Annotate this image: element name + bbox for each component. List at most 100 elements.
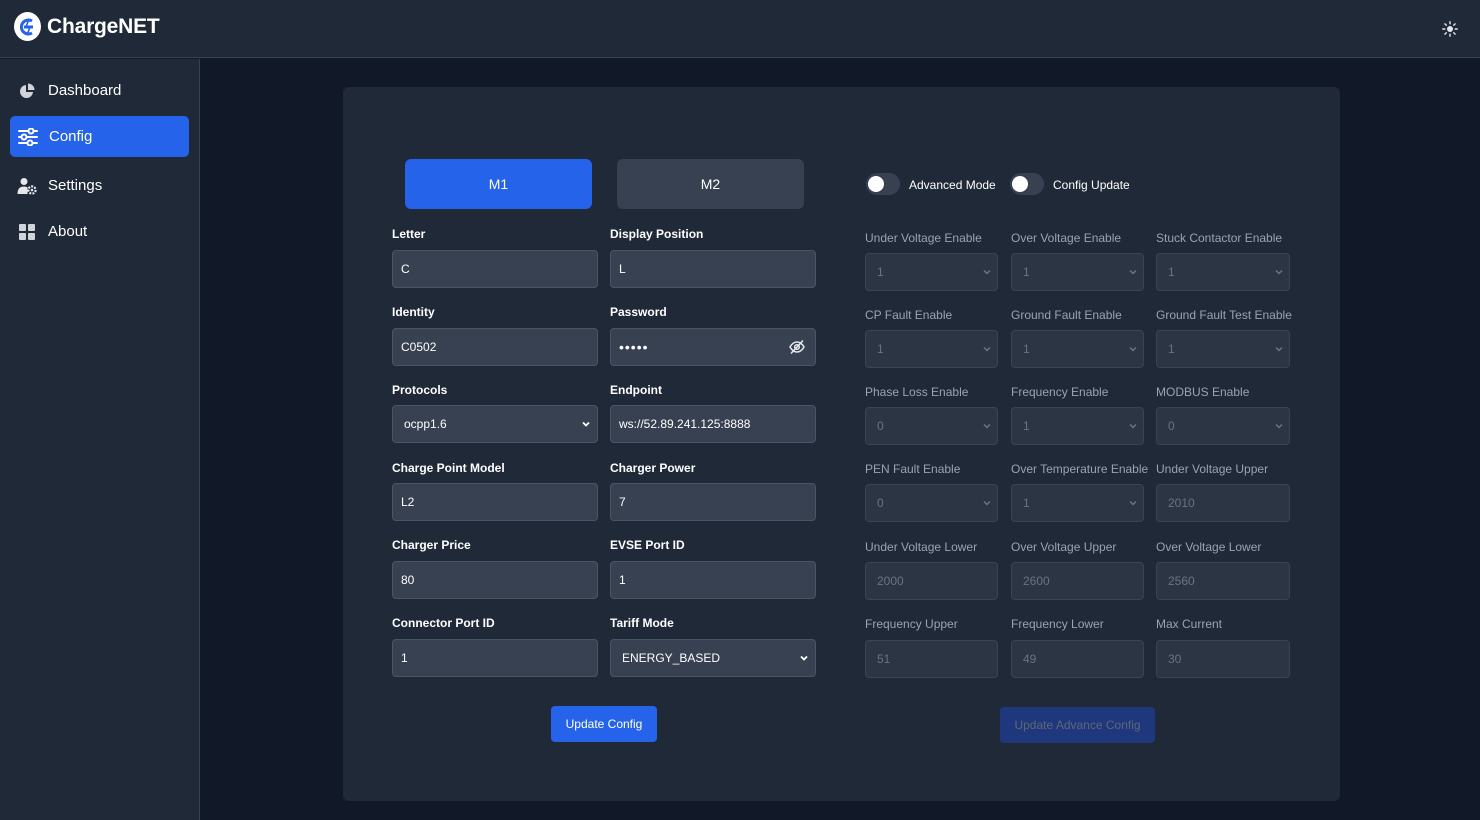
select-value: 1 — [1168, 265, 1175, 279]
config-update-label: Config Update — [1053, 178, 1130, 192]
max-current-input[interactable]: 30 — [1156, 640, 1290, 678]
frequency-upper-label: Frequency Upper — [865, 617, 958, 631]
password-value: ••••• — [619, 339, 649, 355]
tab-m1[interactable]: M1 — [405, 159, 592, 209]
chevron-down-icon — [1275, 269, 1283, 275]
top-bar: ChargeNET — [0, 0, 1480, 58]
pen-fault-enable-label: PEN Fault Enable — [865, 462, 961, 476]
ground-fault-test-enable-select[interactable]: 1 — [1156, 330, 1290, 368]
sidebar-item-label: Config — [49, 128, 93, 145]
letter-input[interactable]: C — [392, 250, 598, 288]
display-position-label: Display Position — [610, 227, 704, 241]
select-value: 1 — [1023, 496, 1030, 510]
over-temperature-enable-label: Over Temperature Enable — [1011, 462, 1149, 476]
config-update-toggle[interactable] — [1010, 173, 1044, 195]
protocols-select[interactable]: ocpp1.6 — [392, 405, 598, 443]
password-label: Password — [610, 305, 667, 319]
under-voltage-upper-input[interactable]: 2010 — [1156, 484, 1290, 522]
endpoint-label: Endpoint — [610, 383, 662, 397]
ground-fault-enable-label: Ground Fault Enable — [1011, 308, 1122, 322]
select-value: 1 — [877, 342, 884, 356]
tariff-mode-label: Tariff Mode — [610, 616, 674, 630]
protocols-value: ocpp1.6 — [404, 417, 447, 431]
stuck-contactor-enable-select[interactable]: 1 — [1156, 253, 1290, 291]
letter-label: Letter — [392, 227, 426, 241]
phase-loss-enable-select[interactable]: 0 — [865, 407, 998, 445]
chevron-down-icon — [800, 655, 808, 661]
sidebar-item-config[interactable]: Config — [10, 116, 189, 157]
under-voltage-upper-label: Under Voltage Upper — [1156, 462, 1269, 476]
ground-fault-enable-select[interactable]: 1 — [1011, 330, 1144, 368]
charger-price-label: Charger Price — [392, 538, 471, 552]
frequency-upper-input[interactable]: 51 — [865, 640, 998, 678]
select-value: 1 — [1023, 342, 1030, 356]
frequency-lower-input[interactable]: 49 — [1011, 640, 1144, 678]
advanced-mode-label: Advanced Mode — [909, 178, 996, 192]
max-current-label: Max Current — [1156, 617, 1223, 631]
select-value: 1 — [1023, 419, 1030, 433]
sidebar-item-settings[interactable]: Settings — [10, 165, 189, 206]
sidebar-item-about[interactable]: About — [10, 211, 189, 252]
select-value: 0 — [877, 496, 884, 510]
over-voltage-upper-label: Over Voltage Upper — [1011, 540, 1117, 554]
over-voltage-lower-label: Over Voltage Lower — [1156, 540, 1262, 554]
modbus-enable-select[interactable]: 0 — [1156, 407, 1290, 445]
frequency-lower-label: Frequency Lower — [1011, 617, 1104, 631]
stuck-contactor-enable-label: Stuck Contactor Enable — [1156, 231, 1283, 245]
over-voltage-enable-select[interactable]: 1 — [1011, 253, 1144, 291]
brand[interactable]: ChargeNET — [14, 12, 160, 41]
over-temperature-enable-select[interactable]: 1 — [1011, 484, 1144, 522]
over-voltage-lower-input[interactable]: 2560 — [1156, 562, 1290, 600]
password-input[interactable]: ••••• — [610, 328, 816, 366]
sidebar-item-label: About — [48, 223, 88, 240]
select-value: 1 — [1168, 342, 1175, 356]
chevron-down-icon — [1129, 500, 1137, 506]
chargenet-logo-icon — [14, 12, 41, 41]
select-value: 1 — [877, 265, 884, 279]
chevron-down-icon — [1129, 346, 1137, 352]
config-panel: M1 M2 Letter C Display Position L Identi… — [343, 87, 1340, 801]
ground-fault-test-enable-label: Ground Fault Test Enable — [1156, 308, 1292, 322]
chevron-down-icon — [1129, 423, 1137, 429]
charge-point-model-label: Charge Point Model — [392, 461, 505, 475]
identity-label: Identity — [392, 305, 435, 319]
select-value: 0 — [877, 419, 884, 433]
evse-port-id-label: EVSE Port ID — [610, 538, 685, 552]
frequency-enable-select[interactable]: 1 — [1011, 407, 1144, 445]
select-value: 0 — [1168, 419, 1175, 433]
charger-price-input[interactable]: 80 — [392, 561, 598, 599]
under-voltage-enable-select[interactable]: 1 — [865, 253, 998, 291]
toggle-knob — [868, 176, 884, 192]
tariff-mode-value: ENERGY_BASED — [622, 651, 721, 665]
charger-power-input[interactable]: 7 — [610, 483, 816, 521]
eye-slash-icon[interactable] — [789, 339, 805, 355]
update-advance-config-button[interactable]: Update Advance Config — [1000, 707, 1155, 743]
advanced-mode-toggle[interactable] — [866, 173, 900, 195]
frequency-enable-label: Frequency Enable — [1011, 385, 1109, 399]
protocols-label: Protocols — [392, 383, 448, 397]
sun-icon[interactable] — [1440, 19, 1460, 39]
over-voltage-upper-input[interactable]: 2600 — [1011, 562, 1144, 600]
under-voltage-lower-label: Under Voltage Lower — [865, 540, 978, 554]
evse-port-id-input[interactable]: 1 — [610, 561, 816, 599]
toggle-knob — [1012, 176, 1028, 192]
identity-input[interactable]: C0502 — [392, 328, 598, 366]
modbus-enable-label: MODBUS Enable — [1156, 385, 1250, 399]
charge-point-model-input[interactable]: L2 — [392, 483, 598, 521]
chevron-down-icon — [1275, 346, 1283, 352]
tariff-mode-select[interactable]: ENERGY_BASED — [610, 639, 816, 677]
chevron-down-icon — [983, 423, 991, 429]
connector-port-id-input[interactable]: 1 — [392, 639, 598, 677]
under-voltage-enable-label: Under Voltage Enable — [865, 231, 982, 245]
tab-m2[interactable]: M2 — [617, 159, 804, 209]
under-voltage-lower-input[interactable]: 2000 — [865, 562, 998, 600]
cp-fault-enable-label: CP Fault Enable — [865, 308, 953, 322]
display-position-input[interactable]: L — [610, 250, 816, 288]
endpoint-input[interactable]: ws://52.89.241.125:8888 — [610, 405, 816, 443]
update-config-button[interactable]: Update Config — [551, 706, 657, 742]
sidebar-item-dashboard[interactable]: Dashboard — [10, 70, 189, 111]
pen-fault-enable-select[interactable]: 0 — [865, 484, 998, 522]
sliders-icon — [17, 126, 39, 148]
chevron-down-icon — [983, 346, 991, 352]
cp-fault-enable-select[interactable]: 1 — [865, 330, 998, 368]
